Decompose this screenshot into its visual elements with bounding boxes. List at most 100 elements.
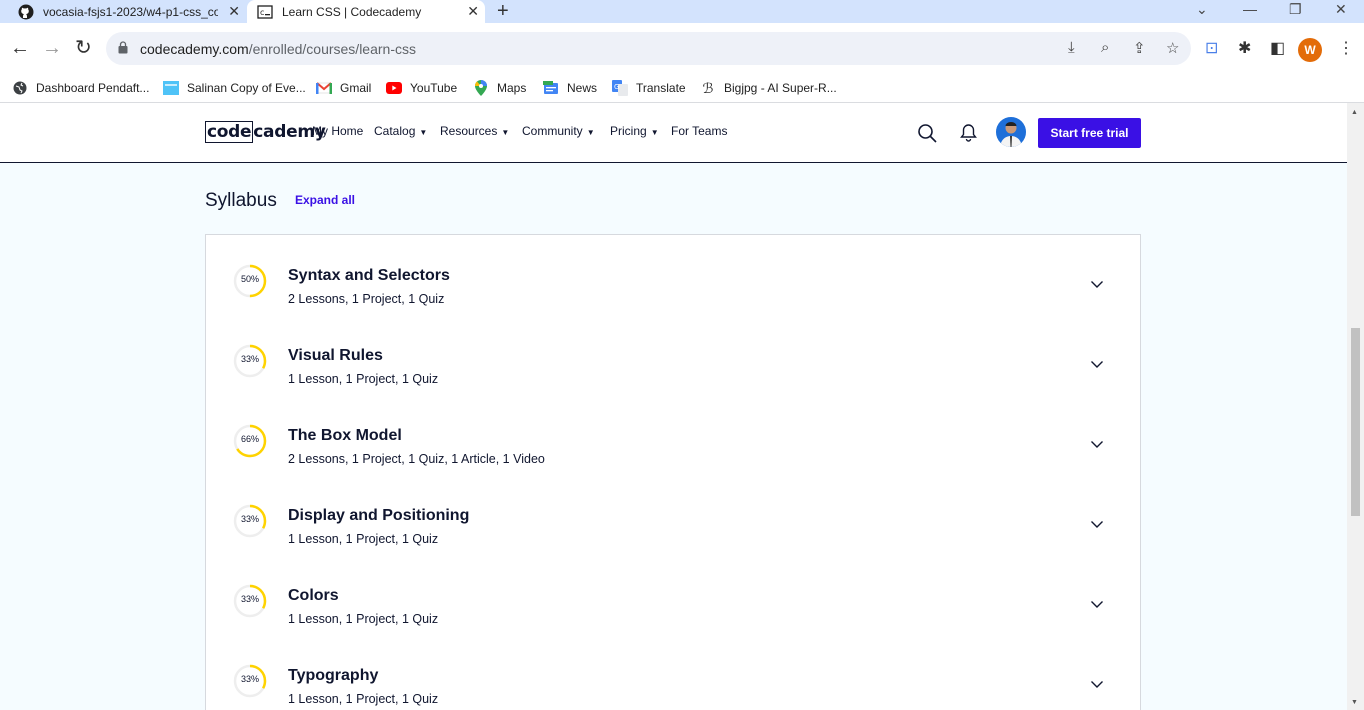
module-title: The Box Model (288, 427, 402, 444)
profile-avatar[interactable]: W (1298, 38, 1322, 62)
module-details: 1 Lesson, 1 Project, 1 Quiz (288, 532, 439, 546)
url-text: codecademy.com/enrolled/courses/learn-cs… (140, 41, 416, 57)
codecademy-icon: c (257, 4, 273, 20)
bookmark-label: YouTube (410, 81, 458, 95)
nav-pricing[interactable]: Pricing ▼ (610, 124, 659, 138)
svg-text:c: c (260, 8, 264, 17)
reload-icon[interactable]: ↻ (75, 37, 92, 59)
user-avatar[interactable] (996, 117, 1026, 147)
close-window-icon[interactable]: ✕ (1335, 0, 1347, 18)
progress-percent: 33% (240, 514, 259, 524)
restore-icon[interactable]: ❐ (1289, 0, 1302, 18)
bookmark-item[interactable]: ℬ Bigjpg - AI Super-R... (700, 77, 837, 99)
bookmark-star-icon[interactable]: ☆ (1166, 39, 1179, 57)
nav-catalog[interactable]: Catalog ▼ (374, 124, 427, 138)
lock-icon (118, 41, 128, 54)
sheet-icon (163, 80, 179, 96)
tab-search-icon[interactable]: ⌄ (1196, 0, 1208, 18)
nav-community[interactable]: Community ▼ (522, 124, 595, 138)
module-details: 2 Lessons, 1 Project, 1 Quiz (288, 292, 445, 306)
forward-icon[interactable]: → (42, 37, 62, 59)
module-title: Typography (288, 667, 379, 684)
site-header: code cademy My Home Catalog ▼ Resources ▼ C… (0, 103, 1347, 163)
bookmark-item[interactable]: News (543, 77, 597, 99)
new-tab-icon[interactable]: + (497, 0, 509, 22)
chevron-down-icon[interactable] (1090, 359, 1104, 369)
syllabus-module[interactable]: 33% Display and Positioning 1 Lesson, 1 Pr… (206, 475, 1140, 555)
caret-down-icon: ▼ (650, 128, 659, 137)
syllabus-module[interactable]: 66% The Box Model 2 Lessons, 1 Project, 1 … (206, 395, 1140, 475)
bookmark-item[interactable]: Gmail (316, 77, 371, 99)
expand-all-button[interactable]: Expand all (295, 193, 355, 207)
progress-percent: 33% (240, 674, 259, 684)
search-icon[interactable] (917, 123, 937, 143)
nav-label: Community (522, 124, 583, 138)
nav-for-teams[interactable]: For Teams (671, 124, 727, 138)
page-viewport: code cademy My Home Catalog ▼ Resources ▼ C… (0, 103, 1347, 710)
nav-my-home[interactable]: My Home (312, 124, 363, 138)
browser-tab-codecademy[interactable]: c Learn CSS | Codecademy ✕ (247, 0, 485, 23)
extensions-puzzle-icon[interactable]: ✱ (1238, 38, 1251, 58)
browser-toolbar: ← → ↻ codecademy.com/enrolled/courses/le… (0, 23, 1364, 73)
progress-percent: 66% (240, 434, 259, 444)
module-details: 1 Lesson, 1 Project, 1 Quiz (288, 612, 439, 626)
browser-tab-strip: vocasia-fsjs1-2023/w4-p1-css_co ✕ c Lear… (0, 0, 1364, 23)
progress-percent: 50% (240, 274, 259, 284)
bookmark-label: Bigjpg - AI Super-R... (724, 81, 837, 95)
scrollbar-thumb[interactable] (1351, 328, 1360, 516)
progress-percent: 33% (240, 354, 259, 364)
close-tab-icon[interactable]: ✕ (228, 3, 240, 20)
bookmark-item[interactable]: Dashboard Pendaft... (12, 77, 149, 99)
globe-icon (12, 80, 28, 96)
progress-percent: 33% (240, 594, 259, 604)
module-details: 2 Lessons, 1 Project, 1 Quiz, 1 Article,… (288, 452, 545, 466)
url-path: /enrolled/courses/learn-css (248, 41, 416, 57)
side-panel-icon[interactable]: ◧ (1270, 38, 1285, 58)
chevron-down-icon[interactable] (1090, 439, 1104, 449)
bookmark-label: Translate (636, 81, 686, 95)
install-app-icon[interactable]: ⤓ (1068, 39, 1075, 56)
bigjpg-icon: ℬ (702, 79, 714, 96)
chevron-down-icon[interactable] (1090, 519, 1104, 529)
youtube-icon (386, 80, 402, 96)
caret-down-icon: ▼ (419, 128, 428, 137)
github-icon (18, 4, 34, 20)
chevron-down-icon[interactable] (1090, 279, 1104, 289)
more-menu-icon[interactable]: ⋮ (1338, 38, 1354, 58)
bookmark-item[interactable]: YouTube (386, 77, 457, 99)
chevron-down-icon[interactable] (1090, 599, 1104, 609)
nav-resources[interactable]: Resources ▼ (440, 124, 509, 138)
module-title: Syntax and Selectors (288, 267, 450, 284)
logo-code: code (205, 121, 254, 143)
module-title: Display and Positioning (288, 507, 470, 524)
syllabus-module[interactable]: 33% Typography 1 Lesson, 1 Project, 1 Quiz (206, 635, 1140, 710)
tab-title: vocasia-fsjs1-2023/w4-p1-css_co (43, 4, 218, 19)
nav-label: Pricing (610, 124, 647, 138)
minimize-icon[interactable]: — (1243, 0, 1257, 18)
module-details: 1 Lesson, 1 Project, 1 Quiz (288, 692, 439, 706)
bookmark-label: Maps (497, 81, 527, 95)
address-bar[interactable]: codecademy.com/enrolled/courses/learn-cs… (106, 32, 1191, 65)
syllabus-module[interactable]: 50% Syntax and Selectors 2 Lessons, 1 Proj… (206, 235, 1140, 315)
share-icon[interactable]: ⇪ (1133, 39, 1146, 57)
start-free-trial-button[interactable]: Start free trial (1038, 118, 1141, 148)
bookmark-item[interactable]: Maps (473, 77, 526, 99)
module-title: Visual Rules (288, 347, 383, 364)
google-translate-extension-icon[interactable]: ⊡ (1205, 38, 1218, 58)
bell-icon[interactable] (960, 123, 977, 142)
bookmark-item[interactable]: G Translate (612, 77, 686, 99)
syllabus-module[interactable]: 33% Colors 1 Lesson, 1 Project, 1 Quiz (206, 555, 1140, 635)
browser-tab-github[interactable]: vocasia-fsjs1-2023/w4-p1-css_co ✕ (10, 0, 246, 23)
chevron-down-icon[interactable] (1090, 679, 1104, 689)
codecademy-logo[interactable]: code cademy (205, 121, 326, 143)
page-scrollbar[interactable]: ▲ ▼ (1347, 103, 1364, 710)
close-tab-icon[interactable]: ✕ (467, 3, 479, 20)
back-icon[interactable]: ← (10, 37, 30, 59)
caret-down-icon: ▼ (501, 128, 510, 137)
bookmark-item[interactable]: Salinan Copy of Eve... (163, 77, 306, 99)
scroll-down-arrow-icon[interactable]: ▼ (1351, 699, 1358, 706)
syllabus-module[interactable]: 33% Visual Rules 1 Lesson, 1 Project, 1 Qu… (206, 315, 1140, 395)
nav-label: My Home (312, 124, 364, 138)
scroll-up-arrow-icon[interactable]: ▲ (1351, 109, 1358, 116)
zoom-icon[interactable]: ⌕ (1101, 39, 1109, 56)
